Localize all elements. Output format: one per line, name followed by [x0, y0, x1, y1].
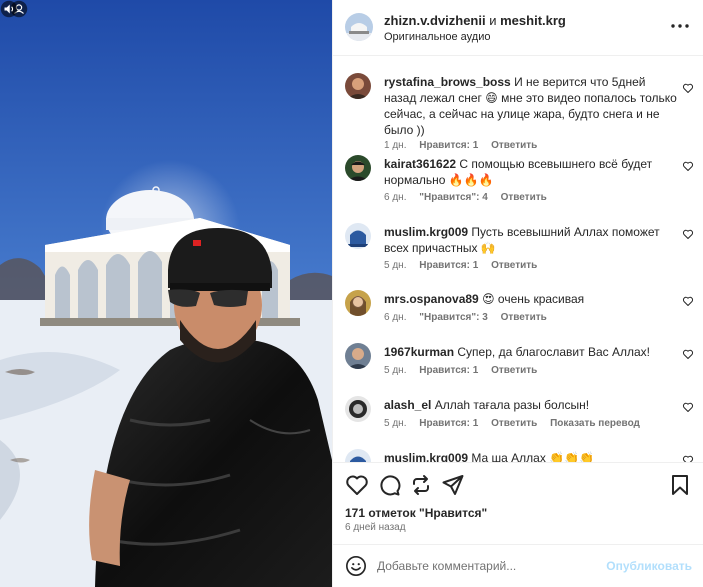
commenter-avatar[interactable]: [345, 343, 371, 369]
comment-time: 5 дн.: [384, 365, 407, 376]
comment-username[interactable]: 1967kurman: [384, 345, 454, 359]
comment-username[interactable]: mrs.ospanova89: [384, 292, 479, 306]
comment-time: 5 дн.: [384, 418, 407, 429]
comment-body: Аллаh тағала разы болсын!: [434, 398, 590, 412]
reply-button[interactable]: Ответить: [491, 140, 537, 151]
comment-text: 1967kurman Супер, да благославит Вас Алл…: [384, 344, 679, 360]
author-conjunction: и: [489, 13, 497, 28]
post-timestamp[interactable]: 6 дней назад: [345, 522, 406, 533]
original-audio-link[interactable]: Оригинальное аудио: [384, 31, 491, 43]
share-icon[interactable]: [441, 473, 465, 497]
author-avatar[interactable]: [345, 13, 373, 41]
post-actions-bar: [333, 462, 703, 506]
more-horizontal-icon[interactable]: [668, 14, 692, 38]
comment-meta: 6 дн. "Нравится": 3 Ответить: [384, 312, 557, 323]
comment-meta: 5 дн. Нравится: 1 Ответить: [384, 260, 547, 271]
comments-list[interactable]: rystafina_brows_boss И не верится что 5д…: [333, 57, 703, 462]
comment-likes[interactable]: "Нравится": 4: [419, 192, 488, 203]
show-translation-button[interactable]: Показать перевод: [550, 418, 640, 429]
comment-text: muslim.krg009 Ма ша Аллах 👏👏👏: [384, 450, 679, 462]
likes-count[interactable]: 171 отметок "Нравится": [345, 506, 487, 520]
comment-username[interactable]: muslim.krg009: [384, 451, 468, 462]
add-comment-bar: Опубликовать: [333, 544, 703, 587]
post-header: zhizn.v.dvizhenii и meshit.krg Оригиналь…: [333, 0, 703, 56]
like-comment-heart-icon[interactable]: [682, 295, 694, 307]
comment-likes[interactable]: "Нравится": 3: [419, 312, 488, 323]
comment-meta: 5 дн. Нравится: 1 Ответить: [384, 365, 547, 376]
heart-icon[interactable]: [345, 473, 369, 497]
publish-button[interactable]: Опубликовать: [606, 559, 692, 573]
comment-body: Ма ша Аллах 👏👏👏: [471, 451, 595, 462]
comment-time: 6 дн.: [384, 192, 407, 203]
commenter-avatar[interactable]: [345, 396, 371, 422]
reply-button[interactable]: Ответить: [491, 260, 537, 271]
emoji-icon[interactable]: [345, 555, 367, 577]
like-comment-heart-icon[interactable]: [682, 401, 694, 413]
reply-button[interactable]: Ответить: [491, 365, 537, 376]
comment-meta: 6 дн. "Нравится": 4 Ответить: [384, 192, 557, 203]
video-frame-illustration: [0, 0, 332, 587]
comment-likes[interactable]: Нравится: 1: [419, 418, 478, 429]
comment-body: Супер, да благославит Вас Аллах!: [457, 345, 650, 359]
commenter-avatar[interactable]: [345, 449, 371, 462]
comment-username[interactable]: rystafina_brows_boss: [384, 75, 511, 89]
comment-time: 6 дн.: [384, 312, 407, 323]
comment-icon[interactable]: [377, 473, 401, 497]
post-side-panel: zhizn.v.dvizhenii и meshit.krg Оригиналь…: [332, 0, 703, 587]
comment-body: 😍 очень красивая: [482, 292, 585, 306]
add-comment-input[interactable]: [377, 554, 607, 578]
reply-button[interactable]: Ответить: [501, 192, 547, 203]
commenter-avatar[interactable]: [345, 290, 371, 316]
audio-icon[interactable]: [0, 0, 18, 18]
like-comment-heart-icon[interactable]: [682, 228, 694, 240]
comment-likes[interactable]: Нравится: 1: [419, 365, 478, 376]
comment-username[interactable]: alash_el: [384, 398, 431, 412]
comment-time: 1 дн.: [384, 140, 407, 151]
comment-text: alash_el Аллаh тағала разы болсын!: [384, 397, 679, 413]
like-comment-heart-icon[interactable]: [682, 82, 694, 94]
comment-text: muslim.krg009 Пусть всевышний Аллах помо…: [384, 224, 679, 256]
comment-username[interactable]: muslim.krg009: [384, 225, 468, 239]
comment-username[interactable]: kairat361622: [384, 157, 456, 171]
commenter-avatar[interactable]: [345, 223, 371, 249]
comment-likes[interactable]: Нравится: 1: [419, 140, 478, 151]
author-username-1[interactable]: zhizn.v.dvizhenii: [384, 13, 486, 28]
reply-button[interactable]: Ответить: [501, 312, 547, 323]
comment-time: 5 дн.: [384, 260, 407, 271]
comment-meta: 5 дн. Нравится: 1 Ответить Показать пере…: [384, 418, 650, 429]
reply-button[interactable]: Ответить: [491, 418, 537, 429]
instagram-post: zhizn.v.dvizhenii и meshit.krg Оригиналь…: [0, 0, 703, 587]
comment-text: mrs.ospanova89 😍 очень красивая: [384, 291, 679, 307]
comment-text: kairat361622 С помощью всевышнего всё бу…: [384, 156, 679, 188]
like-comment-heart-icon[interactable]: [682, 454, 694, 462]
commenter-avatar[interactable]: [345, 155, 371, 181]
like-comment-heart-icon[interactable]: [682, 348, 694, 360]
author-username-2[interactable]: meshit.krg: [500, 13, 566, 28]
commenter-avatar[interactable]: [345, 73, 371, 99]
comment-meta: 1 дн. Нравится: 1 Ответить: [384, 140, 547, 151]
repost-icon[interactable]: [409, 473, 433, 497]
post-video[interactable]: [0, 0, 332, 587]
comment-likes[interactable]: Нравится: 1: [419, 260, 478, 271]
save-icon[interactable]: [668, 473, 692, 497]
comment-text: rystafina_brows_boss И не верится что 5д…: [384, 74, 679, 138]
post-authors: zhizn.v.dvizhenii и meshit.krg: [384, 13, 566, 28]
like-comment-heart-icon[interactable]: [682, 160, 694, 172]
